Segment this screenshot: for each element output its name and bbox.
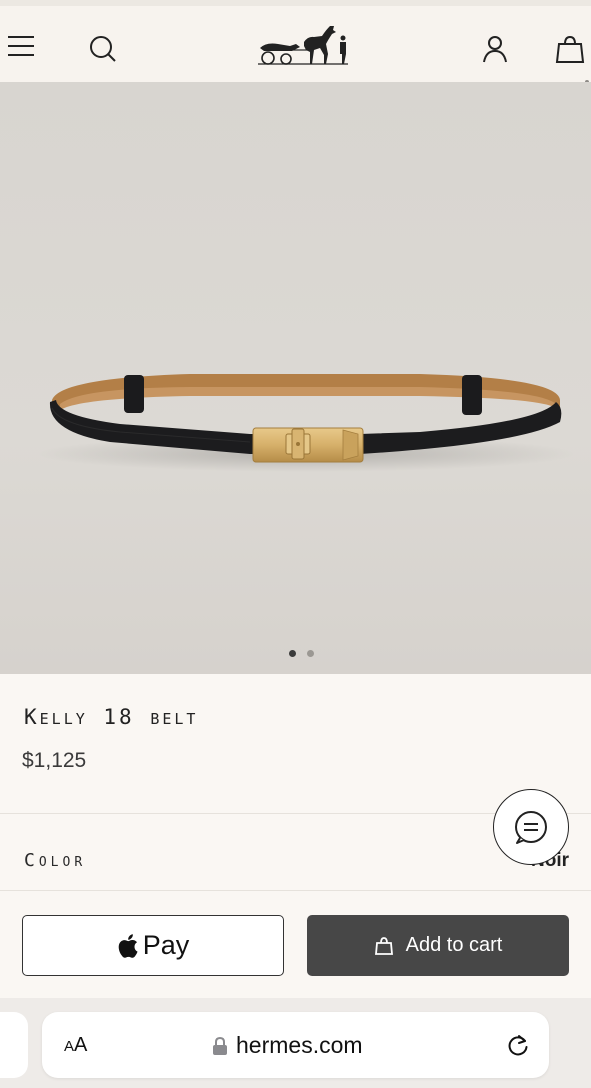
address-bar[interactable]: AA hermes.com [42, 1012, 549, 1078]
text-size-button[interactable]: AA [64, 1034, 87, 1057]
chat-bubble-icon [515, 811, 547, 844]
add-to-cart-label: Add to cart [405, 934, 503, 956]
reload-icon[interactable] [505, 1032, 531, 1058]
hamburger-icon[interactable] [8, 36, 34, 56]
product-image[interactable] [0, 82, 591, 674]
color-label: Color [24, 850, 87, 871]
apple-pay-button[interactable]: Pay [22, 915, 284, 976]
user-icon[interactable] [480, 34, 510, 64]
gallery-dot-1[interactable] [289, 650, 296, 657]
hermes-carriage-logo[interactable] [256, 20, 350, 70]
site-header [0, 0, 591, 82]
url-display[interactable]: hermes.com [212, 1032, 363, 1059]
previous-tab[interactable] [0, 1012, 28, 1078]
gallery-pagination [289, 650, 314, 657]
apple-pay-label: Pay [142, 930, 190, 960]
belt-photo [36, 374, 576, 472]
product-price: $1,125 [22, 749, 87, 772]
lock-icon [213, 1036, 227, 1055]
search-icon[interactable] [88, 34, 118, 64]
chat-button[interactable] [493, 789, 569, 865]
divider [0, 890, 591, 891]
browser-toolbar: AA hermes.com [0, 998, 591, 1088]
add-to-cart-button[interactable]: Add to cart [307, 915, 569, 976]
gallery-dot-2[interactable] [307, 650, 314, 657]
shopping-bag-icon [374, 936, 393, 955]
apple-icon [118, 933, 138, 958]
product-title: Kelly 18 belt [24, 705, 199, 729]
url-text: hermes.com [236, 1032, 363, 1058]
shopping-bag-icon[interactable] [555, 34, 585, 64]
